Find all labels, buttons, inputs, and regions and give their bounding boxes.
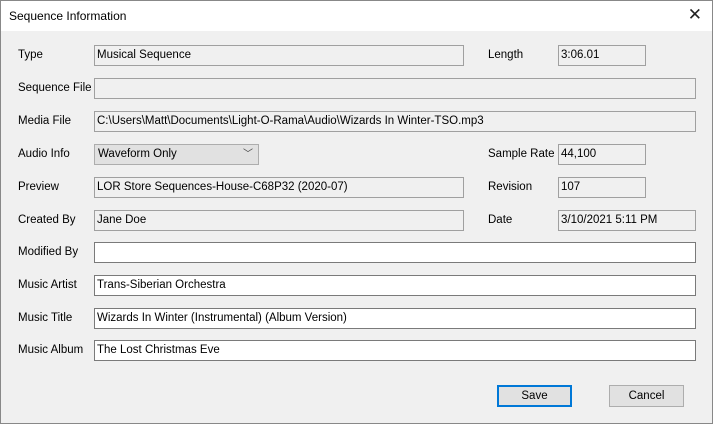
- cancel-button[interactable]: Cancel: [609, 385, 684, 407]
- media-file-field: C:\Users\Matt\Documents\Light-O-Rama\Aud…: [94, 111, 696, 132]
- sequence-file-field: [94, 78, 696, 99]
- modified-by-input[interactable]: [94, 242, 696, 263]
- music-title-input[interactable]: Wizards In Winter (Instrumental) (Album …: [94, 308, 696, 329]
- music-album-label: Music Album: [18, 344, 84, 356]
- sample-rate-field: 44,100: [558, 144, 646, 165]
- save-button[interactable]: Save: [497, 385, 572, 407]
- title-bar: Sequence Information ✕: [1, 1, 712, 31]
- sample-rate-label: Sample Rate: [488, 148, 555, 160]
- type-field: Musical Sequence: [94, 45, 464, 66]
- music-artist-input[interactable]: Trans-Siberian Orchestra: [94, 275, 696, 296]
- length-label: Length: [488, 49, 524, 61]
- audio-info-dropdown[interactable]: Waveform Only ﹀: [94, 144, 259, 165]
- revision-field: 107: [558, 177, 646, 198]
- audio-info-label: Audio Info: [18, 148, 70, 160]
- revision-label: Revision: [488, 181, 533, 193]
- audio-info-value: Waveform Only: [98, 148, 177, 160]
- preview-field: LOR Store Sequences-House-C68P32 (2020-0…: [94, 177, 464, 198]
- window-title: Sequence Information: [9, 9, 127, 23]
- close-icon[interactable]: ✕: [688, 5, 702, 25]
- date-label: Date: [488, 214, 513, 226]
- modified-by-label: Modified By: [18, 246, 79, 258]
- length-field: 3:06.01: [558, 45, 646, 66]
- type-label: Type: [18, 49, 43, 61]
- music-album-input[interactable]: The Lost Christmas Eve: [94, 340, 696, 361]
- created-by-label: Created By: [18, 214, 76, 226]
- chevron-down-icon: ﹀: [243, 149, 253, 160]
- preview-label: Preview: [18, 181, 59, 193]
- media-file-label: Media File: [18, 115, 72, 127]
- music-title-label: Music Title: [18, 312, 73, 324]
- date-field: 3/10/2021 5:11 PM: [558, 210, 696, 231]
- created-by-field: Jane Doe: [94, 210, 464, 231]
- music-artist-label: Music Artist: [18, 279, 77, 291]
- sequence-file-label: Sequence File: [18, 82, 92, 94]
